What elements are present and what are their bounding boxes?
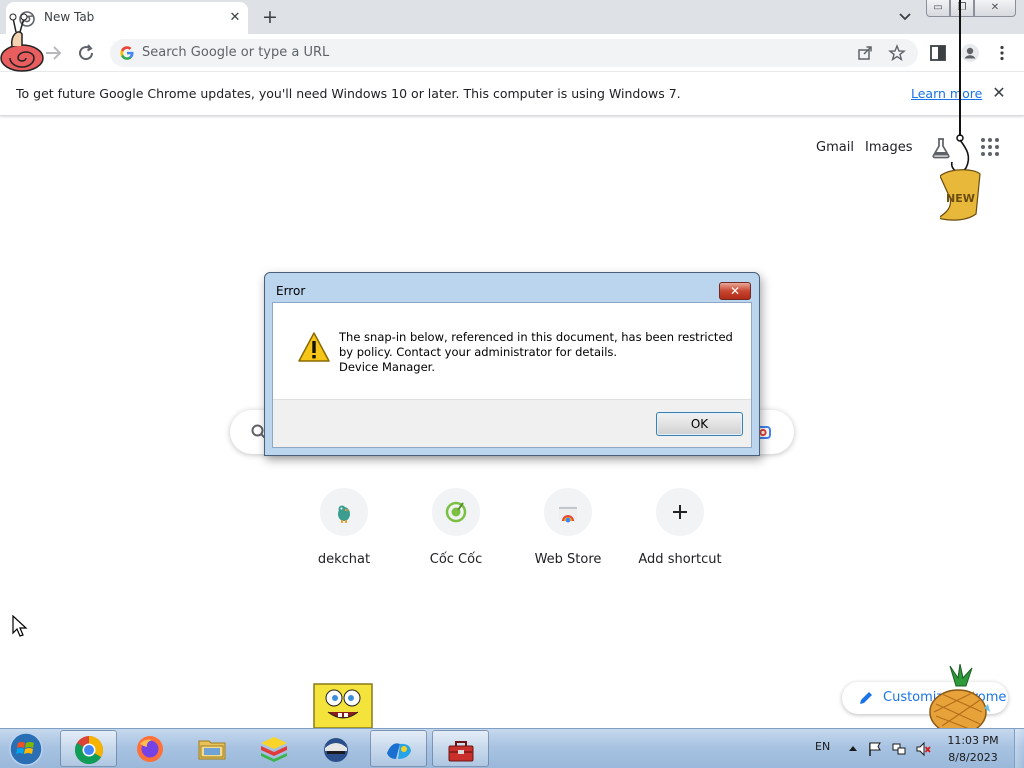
update-infobar: To get future Google Chrome updates, you… [0,72,1024,116]
taskbar-app-blue-logo[interactable] [370,730,427,767]
shortcut-web-store[interactable]: Web Store [512,486,624,576]
globe-helmet-icon [324,738,348,762]
network-icon[interactable] [891,741,907,757]
blue-logo-icon [387,743,411,759]
warning-icon [298,332,330,362]
taskbar-toolbox[interactable] [432,730,489,767]
clock-date[interactable]: 8/8/2023 [940,751,1006,764]
omnibox-placeholder: Search Google or type a URL [142,45,330,60]
dialog-title: Error [276,284,306,298]
infobar-message: To get future Google Chrome updates, you… [16,86,681,101]
taskbar-bluestacks[interactable] [246,730,303,767]
share-icon[interactable] [856,44,874,62]
web-store-icon [559,506,577,523]
language-indicator[interactable]: EN [815,740,830,753]
firefox-icon [137,736,163,762]
gmail-link[interactable]: Gmail [816,140,854,155]
pineapple-house-sticker-icon [929,664,990,730]
dialog-button-bar: OK [273,399,751,447]
bluestacks-icon [261,737,287,762]
tab-search-chevron-icon[interactable] [895,8,915,26]
tab-close-button[interactable]: ✕ [227,10,243,26]
shortcut-label: Web Store [534,552,602,567]
infobar-close-button[interactable]: ✕ [990,84,1008,102]
coccoc-icon [445,501,467,523]
star-icon[interactable] [888,44,906,62]
google-g-icon [120,46,134,60]
tab-strip: New Tab ✕ + ▭ ❐ ✕ [0,0,1024,34]
shortcut-icon-circle [320,488,368,536]
dialog-close-button[interactable]: ✕ [719,282,751,300]
show-hidden-icons-arrow-icon[interactable] [845,741,861,757]
snail-sticker-icon [0,13,44,72]
shortcut-icon-circle [544,488,592,536]
shortcut-dekchat[interactable]: dekchat [288,486,400,576]
new-tab-button[interactable]: + [258,5,282,29]
shortcut-add[interactable]: Add shortcut [624,486,736,576]
dialog-body: The snap-in below, referenced in this do… [272,302,752,448]
dialog-message-line1: The snap-in below, referenced in this do… [339,330,733,359]
taskbar: EN 11:03 PM 8/8/2023 [0,728,1024,768]
action-center-flag-icon[interactable] [867,741,883,757]
dekchat-bird-icon [338,505,350,523]
taskbar-chrome[interactable] [60,730,117,767]
show-desktop-button[interactable] [1014,729,1024,768]
volume-muted-icon[interactable] [915,741,931,757]
plus-icon [673,505,687,519]
shortcut-coccoc[interactable]: Cốc Cốc [400,486,512,576]
dialog-message: The snap-in below, referenced in this do… [339,330,739,375]
toolbox-icon [448,741,474,762]
shortcut-label: dekchat [317,552,371,567]
taskbar-app-globe-helmet[interactable] [308,730,365,767]
pencil-icon [860,692,872,704]
spongebob-sticker-icon [313,683,373,728]
error-dialog: Error ✕ The snap-in below, referenced in… [264,272,760,456]
ok-button[interactable]: OK [656,412,743,436]
chrome-icon [74,736,103,765]
browser-toolbar: Search Google or type a URL [0,34,1024,72]
windows-start-icon[interactable] [6,731,46,767]
shortcut-label: Cốc Cốc [429,552,483,567]
tab-title: New Tab [44,10,95,24]
shortcut-icon-circle [432,488,480,536]
folder-icon [198,740,226,760]
images-link[interactable]: Images [865,140,913,155]
taskbar-firefox[interactable] [122,730,179,767]
kebab-menu-icon[interactable] [992,43,1012,63]
taskbar-file-explorer[interactable] [184,730,241,767]
mouse-cursor-icon [12,615,28,637]
omnibox[interactable]: Search Google or type a URL [110,39,918,67]
clock-time[interactable]: 11:03 PM [940,734,1006,747]
fishing-hook-new-badge-icon: NEW [940,0,981,221]
dialog-message-line2: Device Manager. [339,360,435,374]
new-badge-text: NEW [946,192,975,205]
shortcut-icon-circle [656,488,704,536]
shortcut-label: Add shortcut [638,552,722,567]
reload-icon[interactable] [74,41,98,65]
